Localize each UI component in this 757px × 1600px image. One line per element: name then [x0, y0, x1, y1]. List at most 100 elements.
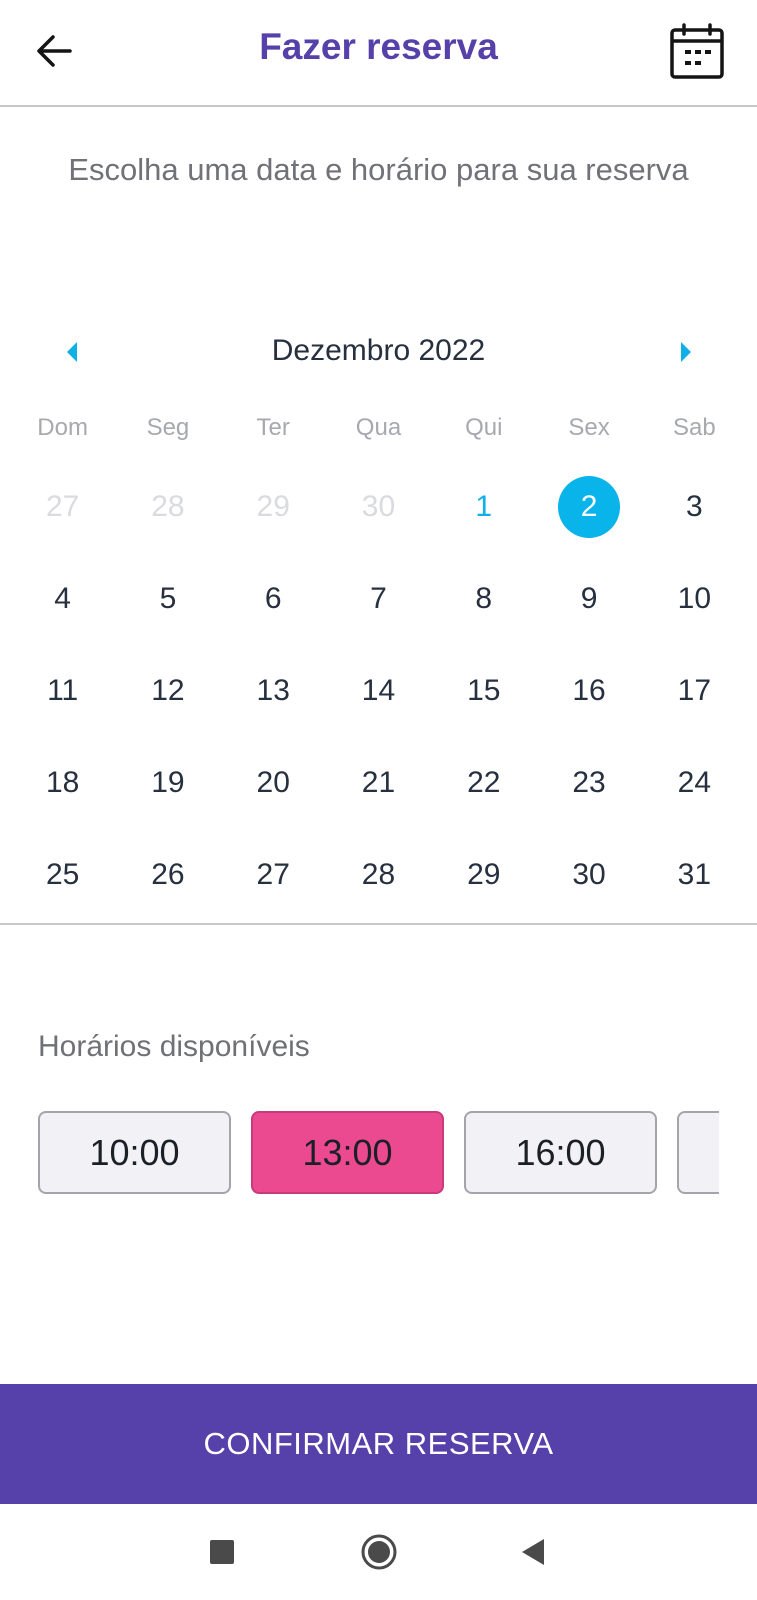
- day-number: 18: [45, 766, 80, 799]
- calendar-icon: [670, 23, 724, 79]
- day-number: 9: [580, 582, 598, 615]
- next-month-button[interactable]: [656, 326, 716, 378]
- calendar-day[interactable]: 28: [326, 829, 431, 921]
- day-number: 27: [256, 858, 290, 891]
- calendar-day-outside: 28: [115, 461, 220, 553]
- day-number: 21: [361, 766, 396, 799]
- day-number: 29: [256, 490, 290, 523]
- calendar-day[interactable]: 22: [431, 737, 536, 829]
- day-number: 12: [151, 674, 185, 707]
- time-slot-button[interactable]: 16:00: [464, 1111, 657, 1194]
- month-label: Dezembro 2022: [271, 334, 486, 367]
- day-number: 17: [677, 674, 712, 707]
- day-number: 10: [677, 582, 712, 615]
- day-number: 1: [475, 490, 493, 523]
- calendar-day[interactable]: 29: [431, 829, 536, 921]
- day-number: 13: [256, 674, 290, 707]
- day-number: 11: [47, 674, 79, 707]
- calendar-day[interactable]: 10: [642, 553, 747, 645]
- triangle-back-icon: [522, 1539, 544, 1565]
- confirm-reservation-button[interactable]: CONFIRMAR RESERVA: [0, 1384, 757, 1504]
- calendar-day-outside: 30: [326, 461, 431, 553]
- calendar-day[interactable]: 16: [536, 645, 641, 737]
- system-back-button[interactable]: [503, 1522, 563, 1582]
- calendar-week: 27 28 29 30 1 2 3: [10, 461, 747, 553]
- calendar-day[interactable]: 13: [221, 645, 326, 737]
- calendar-day-today[interactable]: 1: [431, 461, 536, 553]
- divider: [0, 923, 757, 925]
- day-number: 6: [264, 582, 282, 615]
- day-number: 29: [467, 858, 501, 891]
- calendar-day[interactable]: 6: [221, 553, 326, 645]
- calendar-week: 4 5 6 7 8 9 10: [10, 553, 747, 645]
- calendar-day[interactable]: 25: [10, 829, 115, 921]
- day-number: 15: [467, 674, 501, 707]
- calendar-day[interactable]: 24: [642, 737, 747, 829]
- calendar-day-outside: 27: [10, 461, 115, 553]
- calendar-day[interactable]: 9: [536, 553, 641, 645]
- month-navigation: Dezembro 2022: [0, 326, 757, 378]
- calendar-day[interactable]: 18: [10, 737, 115, 829]
- weekday-label: Qua: [355, 414, 402, 441]
- square-icon: [210, 1540, 234, 1564]
- day-number: 3: [685, 490, 703, 523]
- time-slots[interactable]: 10:00 13:00 16:00: [38, 1111, 719, 1195]
- day-number: 5: [159, 582, 177, 615]
- day-number: 16: [572, 674, 606, 707]
- weekday-label: Sex: [568, 414, 610, 441]
- calendar-day[interactable]: 4: [10, 553, 115, 645]
- time-slot-button[interactable]: 10:00: [38, 1111, 231, 1194]
- day-number: 7: [370, 582, 387, 615]
- slots-heading: Horários disponíveis: [38, 1030, 310, 1063]
- day-number: 30: [572, 858, 606, 891]
- day-number: 27: [45, 490, 80, 523]
- weekday-label: Sab: [672, 414, 716, 441]
- home-button[interactable]: [349, 1522, 409, 1582]
- calendar-day[interactable]: 5: [115, 553, 220, 645]
- calendar-day[interactable]: 26: [115, 829, 220, 921]
- circle-icon: [361, 1534, 397, 1570]
- calendar-grid: 27 28 29 30 1 2 3 4 5 6 7 8 9 10 11 12 1…: [10, 461, 747, 921]
- calendar-day[interactable]: 20: [221, 737, 326, 829]
- day-number: 4: [54, 582, 71, 615]
- calendar-day[interactable]: 3: [642, 461, 747, 553]
- caret-right-icon: [681, 342, 691, 362]
- calendar-day[interactable]: 12: [115, 645, 220, 737]
- day-number: 28: [151, 490, 185, 523]
- calendar-button[interactable]: [664, 18, 730, 84]
- calendar-day-outside: 29: [221, 461, 326, 553]
- calendar-day[interactable]: 11: [10, 645, 115, 737]
- day-number: 8: [475, 582, 493, 615]
- calendar-day[interactable]: 17: [642, 645, 747, 737]
- time-slot-button[interactable]: [677, 1111, 719, 1194]
- day-number: 25: [45, 858, 80, 891]
- calendar-day[interactable]: 7: [326, 553, 431, 645]
- calendar-day-selected[interactable]: 2: [536, 461, 641, 553]
- day-number: 23: [572, 766, 606, 799]
- weekday-label: Seg: [146, 414, 190, 441]
- day-number: 30: [361, 490, 396, 523]
- weekday-label: Dom: [37, 414, 88, 441]
- calendar-day[interactable]: 23: [536, 737, 641, 829]
- day-number: 14: [361, 674, 396, 707]
- day-number: 2: [558, 476, 621, 538]
- recent-apps-button[interactable]: [192, 1522, 252, 1582]
- day-number: 24: [677, 766, 712, 799]
- weekday-label: Qui: [465, 414, 503, 441]
- instruction-text: Escolha uma data e horário para sua rese…: [68, 152, 689, 187]
- calendar-day[interactable]: 8: [431, 553, 536, 645]
- day-number: 26: [151, 858, 185, 891]
- calendar-day[interactable]: 31: [642, 829, 747, 921]
- calendar-day[interactable]: 21: [326, 737, 431, 829]
- calendar-day[interactable]: 27: [221, 829, 326, 921]
- calendar-day[interactable]: 19: [115, 737, 220, 829]
- calendar-day[interactable]: 30: [536, 829, 641, 921]
- calendar-week: 11 12 13 14 15 16 17: [10, 645, 747, 737]
- day-number: 20: [256, 766, 290, 799]
- time-slot-button-selected[interactable]: 13:00: [251, 1111, 444, 1194]
- day-number: 31: [677, 858, 712, 891]
- calendar-day[interactable]: 15: [431, 645, 536, 737]
- weekday-header: Dom Seg Ter Qua Qui Sex Sab: [10, 414, 747, 450]
- calendar-week: 25 26 27 28 29 30 31: [10, 829, 747, 921]
- calendar-day[interactable]: 14: [326, 645, 431, 737]
